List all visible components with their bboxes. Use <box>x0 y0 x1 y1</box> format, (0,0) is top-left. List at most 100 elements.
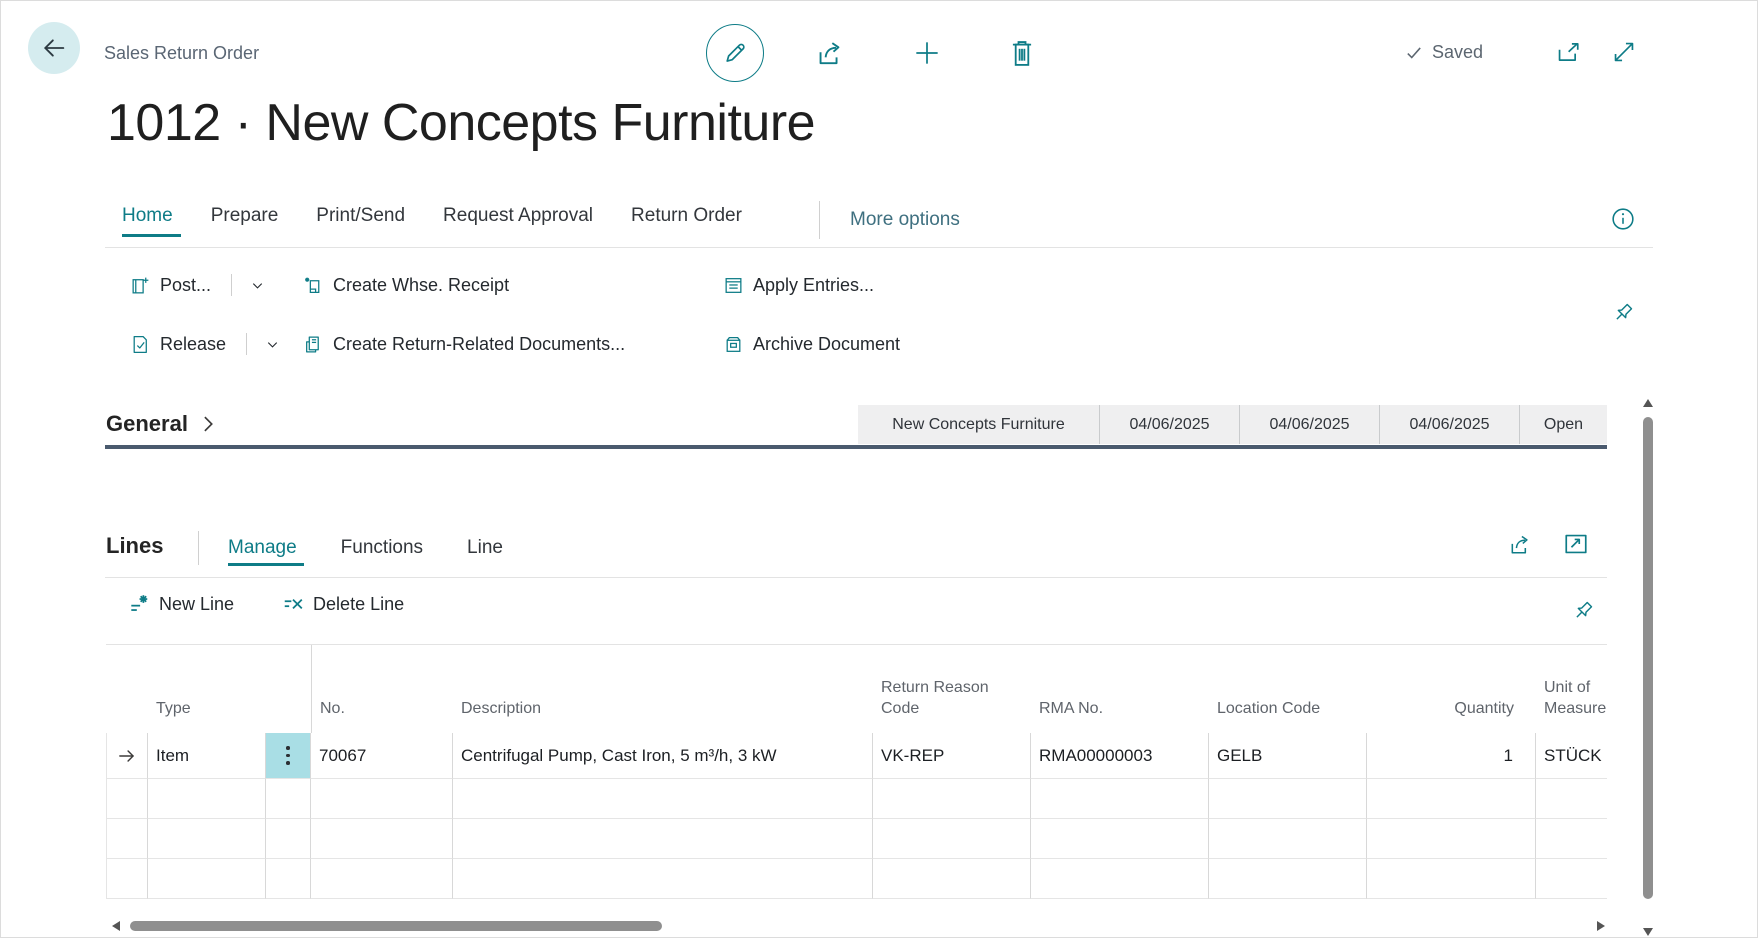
lines-tab-functions[interactable]: Functions <box>341 537 423 559</box>
trash-icon <box>1008 37 1036 69</box>
tab-print-send[interactable]: Print/Send <box>316 205 405 227</box>
save-status: Saved <box>1405 42 1483 63</box>
header-rma-no[interactable]: RMA No. <box>1031 645 1209 733</box>
lines-tab-line[interactable]: Line <box>467 537 503 559</box>
back-button[interactable] <box>28 22 80 74</box>
cell-return-reason-code[interactable]: VK-REP <box>873 733 1031 779</box>
post-button[interactable]: Post... <box>130 274 265 296</box>
lines-active-tab-underline <box>228 563 304 566</box>
general-section-rule <box>105 445 1607 449</box>
lines-toolbar-divider <box>105 577 1607 578</box>
cell-rma-no[interactable]: RMA00000003 <box>1031 733 1209 779</box>
active-row-indicator <box>106 733 148 779</box>
lines-section-label: Lines <box>106 533 163 559</box>
horizontal-scrollbar-thumb[interactable] <box>130 921 662 931</box>
header-return-reason-code[interactable]: Return Reason Code <box>873 645 1031 733</box>
archive-document-label: Archive Document <box>753 334 900 355</box>
pin-icon <box>1611 301 1635 325</box>
create-return-related-documents-button[interactable]: Create Return-Related Documents... <box>303 334 625 355</box>
summary-field-document-date[interactable]: 04/06/2025 <box>1099 405 1239 444</box>
lines-tab-manage[interactable]: Manage <box>228 537 297 559</box>
general-summary-strip: New Concepts Furniture 04/06/2025 04/06/… <box>858 405 1607 444</box>
tab-return-order[interactable]: Return Order <box>631 205 742 227</box>
delete-line-button[interactable]: Delete Line <box>282 593 404 615</box>
scroll-up-arrow[interactable] <box>1643 399 1653 407</box>
summary-field-posting-date[interactable]: 04/06/2025 <box>1239 405 1379 444</box>
general-section-header[interactable]: General <box>106 411 218 437</box>
archive-document-button[interactable]: Archive Document <box>723 334 900 355</box>
general-section-label: General <box>106 411 188 437</box>
lines-separator <box>198 531 199 565</box>
cell-unit-of-measure[interactable]: STÜCK <box>1536 733 1607 779</box>
info-button[interactable] <box>1609 205 1637 233</box>
delete-line-icon <box>282 593 304 615</box>
header-description[interactable]: Description <box>453 645 873 733</box>
lines-toolbar: New Line Delete Line <box>128 593 404 615</box>
release-button[interactable]: Release <box>130 333 280 355</box>
new-button[interactable] <box>909 35 945 71</box>
scroll-right-arrow[interactable] <box>1597 921 1605 931</box>
split-separator <box>231 274 232 296</box>
new-line-button[interactable]: New Line <box>128 593 234 615</box>
open-in-new-window-button[interactable] <box>1553 39 1583 67</box>
pin-lines-button[interactable] <box>1567 595 1599 627</box>
expand-button[interactable] <box>1609 37 1639 67</box>
header-unit-of-measure[interactable]: Unit of Measure <box>1536 645 1607 733</box>
tab-separator <box>819 201 820 239</box>
chevron-right-icon <box>198 414 218 434</box>
header-quantity[interactable]: Quantity <box>1367 645 1536 733</box>
table-row-empty <box>106 859 1607 899</box>
release-label: Release <box>160 334 226 355</box>
cell-type[interactable]: Item <box>148 733 266 779</box>
vertical-scrollbar-thumb[interactable] <box>1643 417 1653 899</box>
delete-button[interactable] <box>1005 35 1039 71</box>
info-icon <box>1611 207 1635 231</box>
post-icon <box>130 275 151 296</box>
pin-ribbon-button[interactable] <box>1607 297 1639 329</box>
apply-entries-button[interactable]: Apply Entries... <box>723 275 874 296</box>
share-icon <box>814 38 846 68</box>
expand-icon <box>1611 39 1637 65</box>
cell-description[interactable]: Centrifugal Pump, Cast Iron, 5 m³/h, 3 k… <box>453 733 873 779</box>
header-no[interactable]: No. <box>311 645 453 733</box>
ellipsis-vertical-icon <box>286 746 290 765</box>
back-arrow-icon <box>40 34 68 62</box>
edit-button[interactable] <box>706 24 764 82</box>
lines-open-in-window-button[interactable] <box>1561 529 1591 559</box>
lines-table-header: Type No. Description Return Reason Code … <box>106 645 1607 733</box>
lines-share-button[interactable] <box>1505 529 1535 559</box>
cell-quantity[interactable]: 1 <box>1367 733 1536 779</box>
summary-field-status[interactable]: Open <box>1519 405 1607 444</box>
header-location-code[interactable]: Location Code <box>1209 645 1367 733</box>
page-type-caption: Sales Return Order <box>104 43 259 64</box>
create-whse-receipt-button[interactable]: Create Whse. Receipt <box>303 275 509 296</box>
release-dropdown-chevron[interactable] <box>265 337 280 352</box>
create-return-related-documents-label: Create Return-Related Documents... <box>333 334 625 355</box>
scroll-left-arrow[interactable] <box>112 921 120 931</box>
cell-no[interactable]: 70067 <box>311 733 453 779</box>
release-icon <box>130 334 151 355</box>
share-button[interactable] <box>813 37 847 69</box>
delete-line-label: Delete Line <box>313 594 404 615</box>
row-handle-button[interactable] <box>266 733 311 779</box>
summary-field-order-date[interactable]: 04/06/2025 <box>1379 405 1519 444</box>
header-type[interactable]: Type <box>148 645 266 733</box>
tab-prepare[interactable]: Prepare <box>211 205 279 227</box>
open-window-icon <box>1563 532 1589 556</box>
post-dropdown-chevron[interactable] <box>250 278 265 293</box>
cell-location-code[interactable]: GELB <box>1209 733 1367 779</box>
post-label: Post... <box>160 275 211 296</box>
scroll-down-arrow[interactable] <box>1643 928 1653 936</box>
row-arrow-icon <box>116 745 138 767</box>
lines-header-icons <box>1505 529 1591 559</box>
popout-icon <box>1555 41 1581 65</box>
plus-icon <box>911 37 943 69</box>
tab-home[interactable]: Home <box>122 205 173 227</box>
more-options-button[interactable]: More options <box>850 209 960 231</box>
active-tab-underline <box>122 234 181 237</box>
tab-request-approval[interactable]: Request Approval <box>443 205 593 227</box>
summary-field-customer[interactable]: New Concepts Furniture <box>858 405 1099 444</box>
table-row-empty <box>106 779 1607 819</box>
new-line-icon <box>128 593 150 615</box>
archive-icon <box>723 334 744 355</box>
